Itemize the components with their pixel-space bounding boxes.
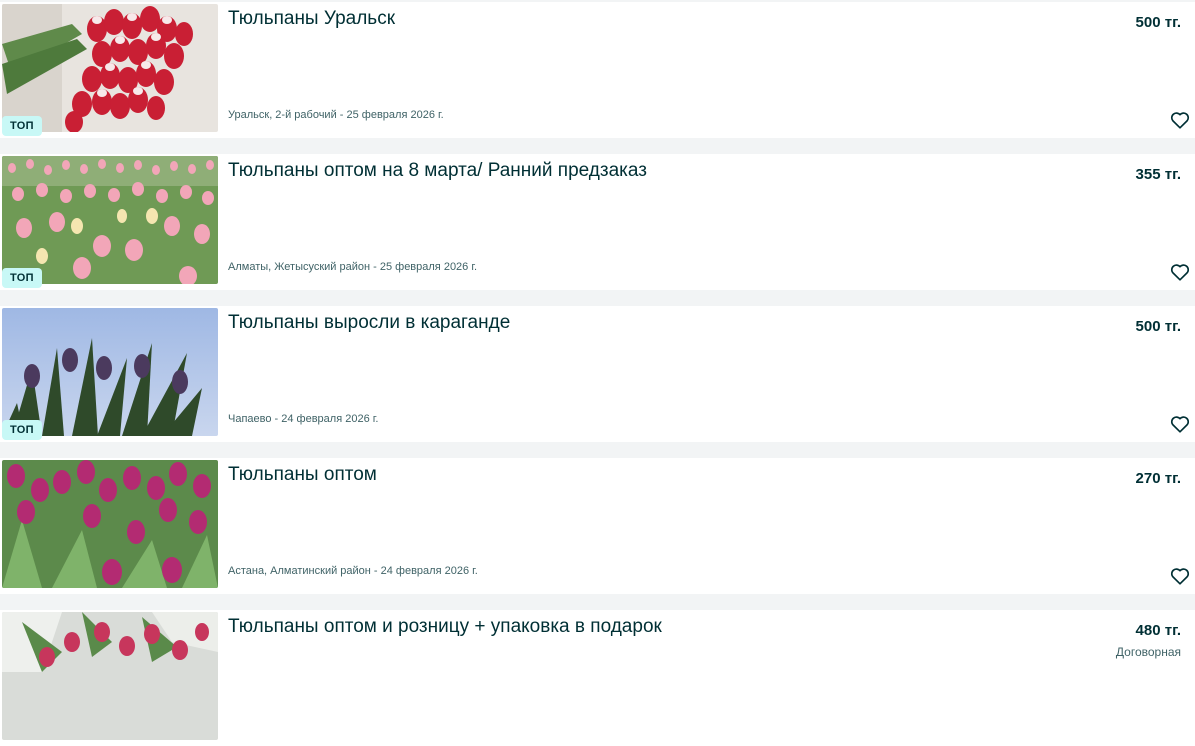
favorite-button[interactable] — [1169, 109, 1191, 131]
listing-image[interactable] — [2, 612, 218, 740]
listing-location-date: Чапаево - 24 февраля 2026 г. — [228, 413, 379, 425]
heart-outline-icon — [1170, 416, 1190, 433]
top-badge: ТОП — [2, 268, 42, 288]
listing-location-date: Астана, Алматинский район - 24 февраля 2… — [228, 565, 478, 577]
tulips-sky-photo — [2, 308, 218, 436]
listing-price: 500 тг. — [1135, 14, 1181, 31]
listing-price: 270 тг. — [1135, 470, 1181, 487]
tulip-field-photo — [2, 156, 218, 284]
heart-outline-icon — [1170, 112, 1190, 129]
heart-outline-icon — [1170, 264, 1190, 281]
top-badge: ТОП — [2, 420, 42, 440]
wrapped-tulips-photo — [2, 612, 218, 740]
favorite-button[interactable] — [1169, 413, 1191, 435]
magenta-tulips-photo — [2, 460, 218, 588]
listing-price: 500 тг. — [1135, 318, 1181, 335]
listing-title[interactable]: Тюльпаны оптом — [228, 464, 377, 486]
listing-title[interactable]: Тюльпаны выросли в караганде — [228, 312, 510, 334]
favorite-button[interactable] — [1169, 261, 1191, 283]
listing-location-date: Уральск, 2-й рабочий - 25 февраля 2026 г… — [228, 109, 444, 121]
listing-image[interactable] — [2, 308, 218, 436]
listing-image[interactable] — [2, 156, 218, 284]
tulip-bouquet-photo — [2, 4, 218, 132]
listing-list: ТОП Тюльпаны Уральск 500 тг. Уральск, 2-… — [0, 0, 1195, 746]
heart-outline-icon — [1170, 568, 1190, 585]
listing-price: 355 тг. — [1135, 166, 1181, 183]
listing-location-date: Алматы, Жетысуский район - 25 февраля 20… — [228, 261, 478, 273]
favorite-button[interactable] — [1169, 565, 1191, 587]
listing-title[interactable]: Тюльпаны Уральск — [228, 8, 395, 30]
listing-title[interactable]: Тюльпаны оптом на 8 марта/ Ранний предза… — [228, 160, 647, 182]
listing-card[interactable]: ТОП Тюльпаны оптом на 8 марта/ Ранний пр… — [0, 154, 1195, 290]
listing-title[interactable]: Тюльпаны оптом и розницу + упаковка в по… — [228, 616, 662, 638]
listing-image[interactable] — [2, 460, 218, 588]
price-negotiable-label: Договорная — [1115, 645, 1181, 659]
listing-card[interactable]: ТОП Тюльпаны Уральск 500 тг. Уральск, 2-… — [0, 2, 1195, 138]
listing-card[interactable]: ТОП Тюльпаны выросли в караганде 500 тг.… — [0, 306, 1195, 442]
listing-card[interactable]: Тюльпаны оптом и розницу + упаковка в по… — [0, 610, 1195, 746]
listing-card[interactable]: Тюльпаны оптом 270 тг. Астана, Алматинск… — [0, 458, 1195, 594]
listing-price: 480 тг. — [1135, 622, 1181, 639]
listing-image[interactable] — [2, 4, 218, 132]
top-badge: ТОП — [2, 116, 42, 136]
